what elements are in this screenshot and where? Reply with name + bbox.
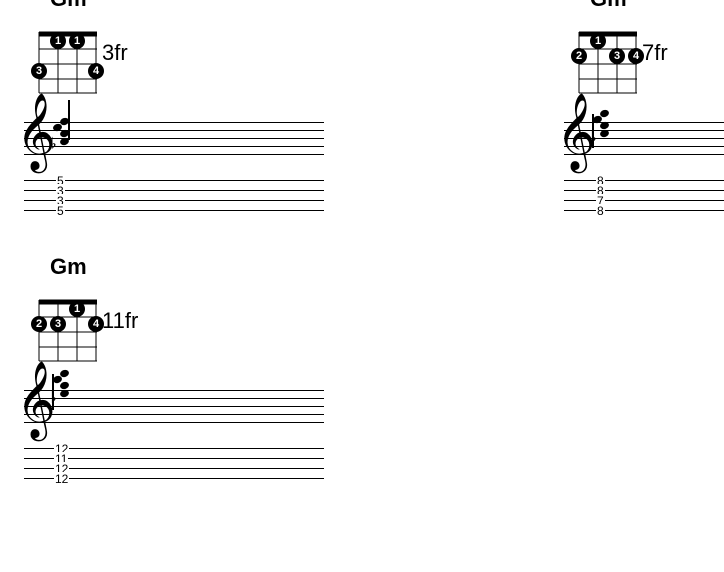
finger-dot: 1 bbox=[50, 33, 66, 49]
staff-lines bbox=[24, 390, 324, 438]
treble-clef-icon: 𝄞 bbox=[22, 110, 55, 156]
finger-dot: 3 bbox=[31, 63, 47, 79]
finger-dot: 1 bbox=[69, 301, 85, 317]
finger-dot: 1 bbox=[590, 33, 606, 49]
chord-block: Gm 1 2 3 4 11fr bbox=[24, 276, 324, 488]
finger-dot: 1 bbox=[69, 33, 85, 49]
tab-staff: 5 3 3 5 bbox=[24, 180, 324, 220]
finger-dot: 3 bbox=[609, 48, 625, 64]
treble-clef-icon: 𝄞 bbox=[22, 378, 55, 424]
grid-svg bbox=[38, 14, 98, 94]
tab-number: 8 bbox=[596, 204, 605, 218]
finger-dot: 2 bbox=[571, 48, 587, 64]
tab-staff: 12 11 12 12 bbox=[24, 448, 324, 488]
tab-staff: 8 8 7 8 bbox=[564, 180, 724, 220]
tab-number: 12 bbox=[54, 472, 69, 486]
finger-dot: 2 bbox=[31, 316, 47, 332]
staff: 𝄞 ♭ bbox=[24, 114, 324, 170]
chord-block: Gm 1 2 3 4 7fr bbox=[564, 8, 724, 220]
chord-block: Gm 1 1 3 4 3fr bbox=[24, 8, 324, 220]
chord-name-label: Gm bbox=[590, 0, 627, 12]
treble-clef-icon: 𝄞 bbox=[562, 110, 595, 156]
chord-name-label: Gm bbox=[50, 254, 87, 280]
fret-position-label: 3fr bbox=[102, 40, 128, 66]
chord-grid: 1 2 3 4 bbox=[38, 282, 324, 362]
fret-position-label: 11fr bbox=[102, 308, 138, 334]
fret-position-label: 7fr bbox=[642, 40, 668, 66]
chord-grid: 1 1 3 4 bbox=[38, 14, 324, 94]
chord-name-label: Gm bbox=[50, 0, 87, 12]
staff: 𝄞 ♭ bbox=[564, 114, 724, 170]
staff: 𝄞 ♭ bbox=[24, 382, 324, 438]
finger-dot: 3 bbox=[50, 316, 66, 332]
tab-number: 5 bbox=[56, 204, 65, 218]
